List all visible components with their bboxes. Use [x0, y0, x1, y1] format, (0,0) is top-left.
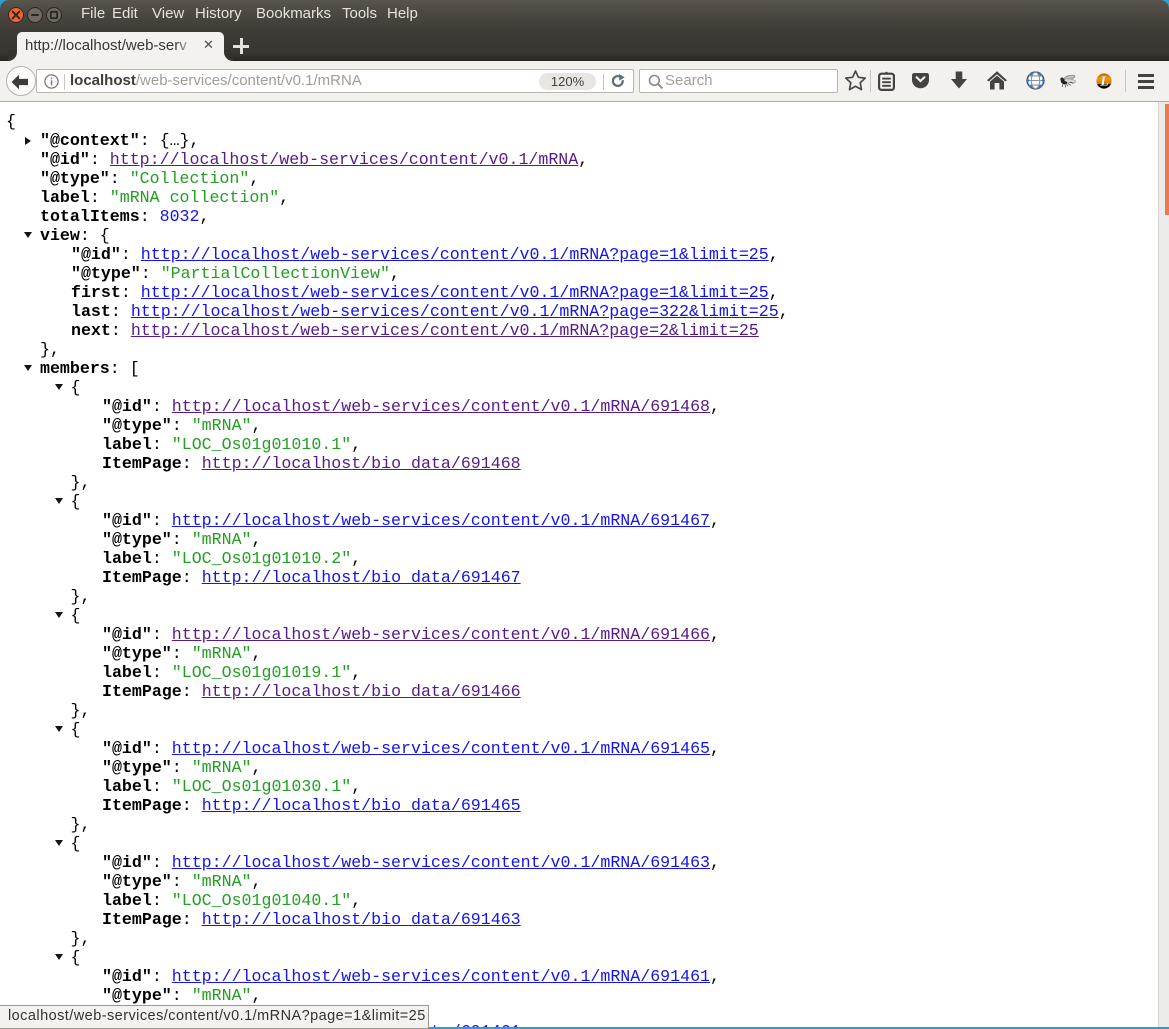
svg-text:L: L [1099, 74, 1108, 89]
